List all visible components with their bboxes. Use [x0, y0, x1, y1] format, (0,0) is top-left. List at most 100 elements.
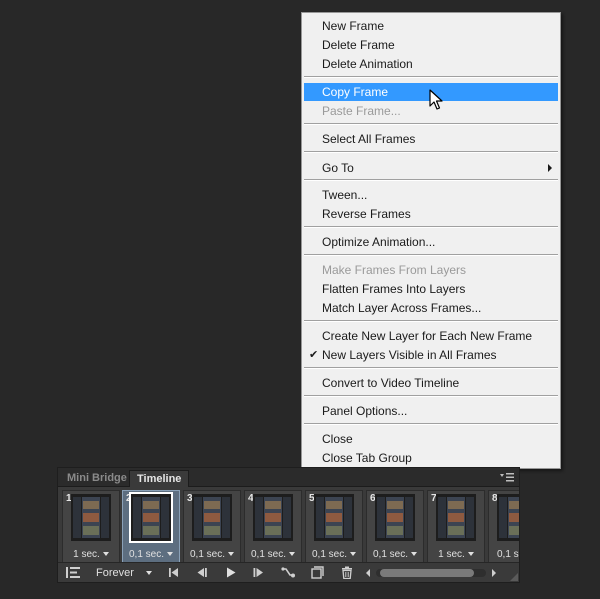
frame-delay-selector[interactable]: 0,1 sec. — [306, 548, 362, 562]
dropdown-arrow-icon — [411, 552, 418, 556]
menu-item-label: Go To — [322, 161, 354, 175]
menu-separator — [304, 179, 558, 181]
dropdown-arrow-icon — [289, 552, 296, 556]
panel-menu-icon[interactable] — [500, 473, 514, 482]
frame-delay-value: 1 sec. — [73, 549, 100, 560]
menu-item-close[interactable]: Close — [304, 430, 558, 448]
frame-delay-value: 0,1 s — [497, 549, 519, 560]
frame-image — [436, 494, 476, 541]
frame-image — [253, 494, 293, 541]
frame-delay-selector[interactable]: 0,1 sec. — [184, 548, 240, 562]
menu-item-new-layers-visible[interactable]: ✔ New Layers Visible in All Frames — [304, 346, 558, 364]
menu-item-make-frames-from-layers: Make Frames From Layers — [304, 261, 558, 279]
tab-timeline[interactable]: Timeline — [129, 470, 190, 487]
frame-thumbnail[interactable]: 7 1 sec. — [427, 490, 485, 563]
frames-horizontal-scrollbar[interactable] — [366, 566, 496, 579]
menu-item-convert-to-video-timeline[interactable]: Convert to Video Timeline — [304, 374, 558, 392]
frame-thumbnail[interactable]: 2 0,1 sec. — [122, 490, 180, 563]
dropdown-arrow-icon — [167, 552, 174, 556]
frame-image — [497, 494, 519, 541]
mouse-cursor-icon — [429, 89, 443, 110]
menu-item-label: Convert to Video Timeline — [322, 376, 460, 390]
menu-item-label: Optimize Animation... — [322, 235, 436, 249]
panel-tab-bar: Mini Bridge Timeline — [58, 468, 519, 487]
menu-item-label: Make Frames From Layers — [322, 263, 467, 277]
resize-grip-icon[interactable] — [510, 573, 518, 581]
menu-item-label: Close Tab Group — [322, 451, 412, 465]
timeline-context-menu: New Frame Delete Frame Delete Animation … — [301, 12, 561, 469]
frame-delay-selector[interactable]: 1 sec. — [63, 548, 119, 562]
menu-item-label: New Layers Visible in All Frames — [322, 348, 497, 362]
menu-item-panel-options[interactable]: Panel Options... — [304, 402, 558, 420]
scroll-left-arrow-icon[interactable] — [366, 569, 370, 577]
menu-item-flatten-frames-into-layers[interactable]: Flatten Frames Into Layers — [304, 280, 558, 298]
frame-delay-selector[interactable]: 0,1 s — [489, 548, 519, 562]
menu-item-optimize-animation[interactable]: Optimize Animation... — [304, 233, 558, 251]
menu-item-close-tab-group[interactable]: Close Tab Group — [304, 449, 558, 467]
menu-item-new-frame[interactable]: New Frame — [304, 17, 558, 35]
previous-frame-icon[interactable] — [194, 566, 208, 579]
dropdown-arrow-icon — [102, 552, 109, 556]
menu-item-match-layer-across-frames[interactable]: Match Layer Across Frames... — [304, 299, 558, 317]
menu-item-select-all-frames[interactable]: Select All Frames — [304, 130, 558, 148]
menu-item-label: Tween... — [322, 188, 368, 202]
scroll-thumb[interactable] — [380, 569, 474, 577]
frame-thumbnail[interactable]: 6 0,1 sec. — [366, 490, 424, 563]
menu-separator — [304, 123, 558, 125]
frame-image — [192, 494, 232, 541]
frame-delay-selector[interactable]: 1 sec. — [428, 548, 484, 562]
frame-thumbnail[interactable]: 3 0,1 sec. — [183, 490, 241, 563]
menu-item-label: Panel Options... — [322, 404, 408, 418]
convert-icon[interactable] — [66, 566, 80, 579]
duplicate-frame-icon[interactable] — [310, 566, 324, 579]
submenu-arrow-icon — [548, 164, 552, 172]
loop-option-value: Forever — [96, 567, 134, 579]
menu-item-create-new-layer-each-frame[interactable]: Create New Layer for Each New Frame — [304, 327, 558, 345]
timeline-panel: Mini Bridge Timeline 1 1 sec. 2 0,1 sec.… — [57, 467, 520, 583]
frame-delay-selector[interactable]: 0,1 sec. — [367, 548, 423, 562]
menu-item-label: Create New Layer for Each New Frame — [322, 329, 533, 343]
menu-item-delete-frame[interactable]: Delete Frame — [304, 36, 558, 54]
first-frame-icon[interactable] — [166, 566, 180, 579]
delete-frame-icon[interactable] — [340, 566, 354, 579]
menu-separator — [304, 367, 558, 369]
tween-icon[interactable] — [281, 566, 295, 579]
menu-item-reverse-frames[interactable]: Reverse Frames — [304, 205, 558, 223]
next-frame-icon[interactable] — [252, 566, 266, 579]
menu-item-label: Match Layer Across Frames... — [322, 301, 482, 315]
frame-delay-value: 1 sec. — [438, 549, 465, 560]
tab-mini-bridge[interactable]: Mini Bridge — [60, 470, 134, 487]
frame-thumbnail[interactable]: 8 0,1 s — [488, 490, 519, 563]
menu-item-label: Delete Animation — [322, 57, 413, 71]
menu-item-go-to[interactable]: Go To — [304, 159, 558, 177]
menu-separator — [304, 226, 558, 228]
menu-separator — [304, 423, 558, 425]
timeline-toolbar: Forever — [58, 562, 519, 582]
frame-thumbnail[interactable]: 5 0,1 sec. — [305, 490, 363, 563]
dropdown-arrow-icon — [350, 552, 357, 556]
frame-image — [314, 494, 354, 541]
scroll-right-arrow-icon[interactable] — [492, 569, 496, 577]
menu-item-label: Copy Frame — [322, 85, 389, 99]
frame-delay-selector[interactable]: 0,1 sec. — [245, 548, 301, 562]
frame-thumbnail[interactable]: 1 1 sec. — [62, 490, 120, 563]
frame-image — [71, 494, 111, 541]
frame-delay-value: 0,1 sec. — [189, 549, 226, 560]
menu-separator — [304, 76, 558, 78]
frame-delay-value: 0,1 sec. — [250, 549, 287, 560]
menu-item-tween[interactable]: Tween... — [304, 186, 558, 204]
frame-thumbnail[interactable]: 4 0,1 sec. — [244, 490, 302, 563]
menu-item-label: Close — [322, 432, 353, 446]
frame-image — [129, 492, 173, 543]
menu-item-label: Flatten Frames Into Layers — [322, 282, 466, 296]
menu-item-label: Reverse Frames — [322, 207, 411, 221]
loop-options-select[interactable]: Forever — [90, 565, 156, 581]
play-icon[interactable] — [224, 566, 238, 579]
frame-delay-selector[interactable]: 0,1 sec. — [123, 548, 179, 562]
checkmark-icon: ✔ — [309, 349, 319, 361]
menu-separator — [304, 254, 558, 256]
menu-item-delete-animation[interactable]: Delete Animation — [304, 55, 558, 73]
menu-item-label: Paste Frame... — [322, 104, 401, 118]
frame-delay-value: 0,1 sec. — [372, 549, 409, 560]
menu-separator — [304, 151, 558, 153]
